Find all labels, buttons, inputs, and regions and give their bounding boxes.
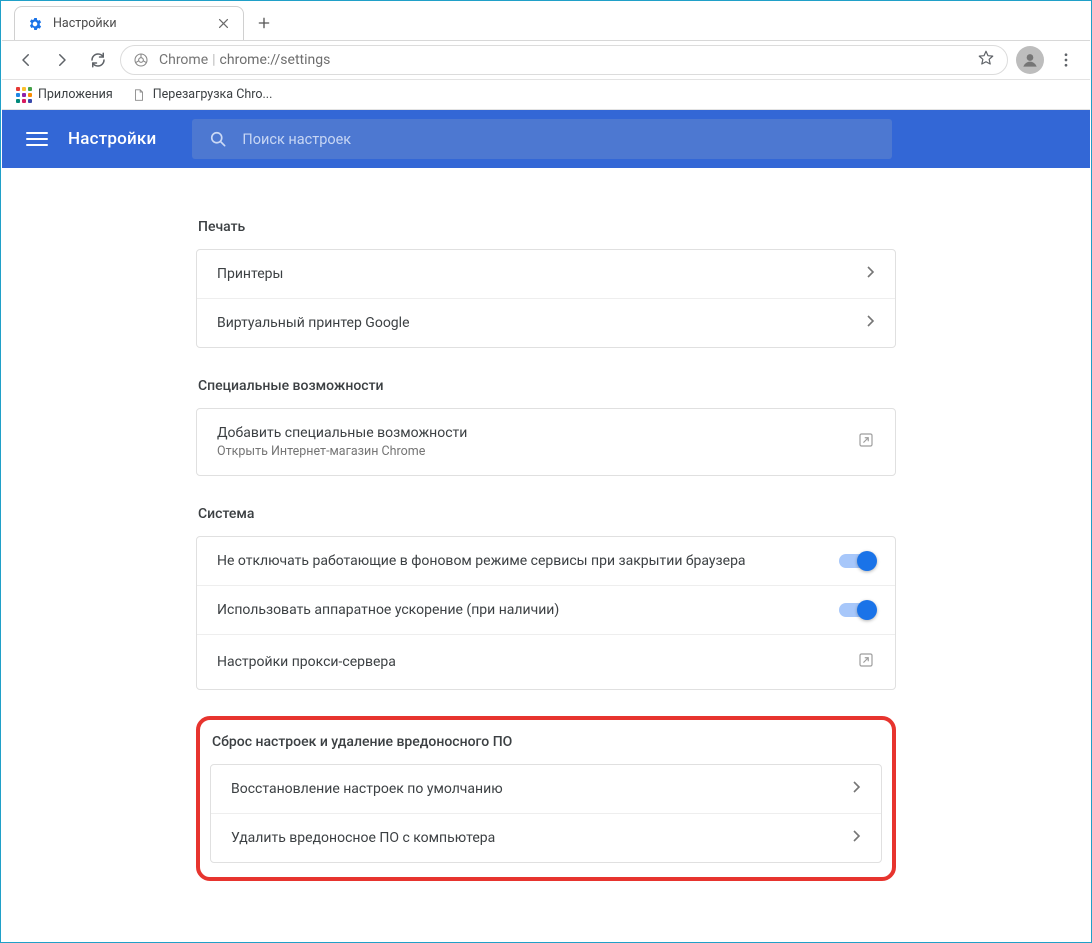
- row-add-a11y-sublabel: Открыть Интернет-магазин Chrome: [217, 444, 467, 459]
- chevron-right-icon: [853, 781, 861, 797]
- tab-close-button[interactable]: [215, 16, 231, 32]
- row-printers-label: Принтеры: [217, 266, 283, 282]
- external-link-icon: [857, 431, 875, 453]
- tab-strip: Настройки: [2, 2, 1090, 40]
- chevron-right-icon: [853, 830, 861, 846]
- tab-settings[interactable]: Настройки: [14, 6, 244, 40]
- settings-header: Настройки: [2, 110, 1090, 168]
- settings-title: Настройки: [68, 129, 156, 149]
- settings-scroll[interactable]: Печать Принтеры Виртуальный принтер Goog…: [2, 168, 1090, 941]
- section-title-reset: Сброс настроек и удаление вредоносного П…: [212, 734, 882, 750]
- row-background-apps[interactable]: Не отключать работающие в фоновом режиме…: [197, 537, 895, 585]
- settings-search-input[interactable]: [242, 131, 876, 148]
- gear-icon: [27, 16, 43, 32]
- chrome-icon: [133, 52, 149, 68]
- external-link-icon: [857, 651, 875, 673]
- bookmark-apps-label: Приложения: [38, 87, 113, 102]
- reload-button[interactable]: [84, 46, 112, 74]
- highlight-reset-section: Сброс настроек и удаление вредоносного П…: [196, 716, 896, 881]
- section-title-print: Печать: [198, 219, 896, 235]
- forward-button[interactable]: [48, 46, 76, 74]
- row-printers[interactable]: Принтеры: [197, 250, 895, 298]
- row-cleanup[interactable]: Удалить вредоносное ПО с компьютера: [211, 813, 881, 862]
- toggle-background-apps[interactable]: [839, 554, 875, 568]
- bookmark-apps[interactable]: Приложения: [16, 87, 113, 103]
- card-reset: Восстановление настроек по умолчанию Уда…: [210, 764, 882, 863]
- row-cloud-print[interactable]: Виртуальный принтер Google: [197, 298, 895, 347]
- row-hardware-accel-label: Использовать аппаратное ускорение (при н…: [217, 602, 559, 618]
- bookmark-star-icon[interactable]: [977, 49, 995, 71]
- row-proxy-label: Настройки прокси-сервера: [217, 654, 396, 670]
- page-icon: [131, 87, 147, 103]
- bookmarks-bar: Приложения Перезагрузка Chro...: [2, 80, 1090, 110]
- section-title-a11y: Специальные возможности: [198, 378, 896, 394]
- section-title-system: Система: [198, 506, 896, 522]
- search-icon: [208, 129, 228, 149]
- row-background-apps-label: Не отключать работающие в фоновом режиме…: [217, 553, 746, 569]
- toggle-hardware-accel[interactable]: [839, 603, 875, 617]
- row-hardware-accel[interactable]: Использовать аппаратное ускорение (при н…: [197, 585, 895, 634]
- chevron-right-icon: [867, 315, 875, 331]
- apps-grid-icon: [16, 87, 32, 103]
- page-content: Настройки Печать Принтеры Виртуальный пр…: [2, 110, 1090, 941]
- settings-search[interactable]: [192, 119, 892, 159]
- back-button[interactable]: [12, 46, 40, 74]
- card-print: Принтеры Виртуальный принтер Google: [196, 249, 896, 348]
- menu-icon[interactable]: [26, 128, 48, 150]
- tab-title: Настройки: [51, 16, 207, 31]
- browser-toolbar: Chrome|chrome://settings: [2, 40, 1090, 80]
- row-add-a11y[interactable]: Добавить специальные возможности Открыть…: [197, 409, 895, 475]
- row-restore-defaults[interactable]: Восстановление настроек по умолчанию: [211, 765, 881, 813]
- browser-window: Настройки Chrome|chrome://settings: [0, 0, 1092, 943]
- chevron-right-icon: [867, 266, 875, 282]
- row-cloud-print-label: Виртуальный принтер Google: [217, 315, 410, 331]
- profile-avatar[interactable]: [1016, 46, 1044, 74]
- address-bar[interactable]: Chrome|chrome://settings: [120, 45, 1008, 75]
- card-system: Не отключать работающие в фоновом режиме…: [196, 536, 896, 690]
- bookmark-item-1[interactable]: Перезагрузка Chro...: [131, 87, 273, 103]
- card-a11y: Добавить специальные возможности Открыть…: [196, 408, 896, 476]
- new-tab-button[interactable]: [250, 9, 278, 37]
- row-add-a11y-label: Добавить специальные возможности: [217, 425, 467, 441]
- row-restore-defaults-label: Восстановление настроек по умолчанию: [231, 781, 503, 797]
- row-cleanup-label: Удалить вредоносное ПО с компьютера: [231, 830, 495, 846]
- row-proxy[interactable]: Настройки прокси-сервера: [197, 634, 895, 689]
- url-scheme-label: Chrome|chrome://settings: [159, 52, 330, 68]
- browser-menu-button[interactable]: [1052, 46, 1080, 74]
- bookmark-item-1-label: Перезагрузка Chro...: [153, 87, 273, 102]
